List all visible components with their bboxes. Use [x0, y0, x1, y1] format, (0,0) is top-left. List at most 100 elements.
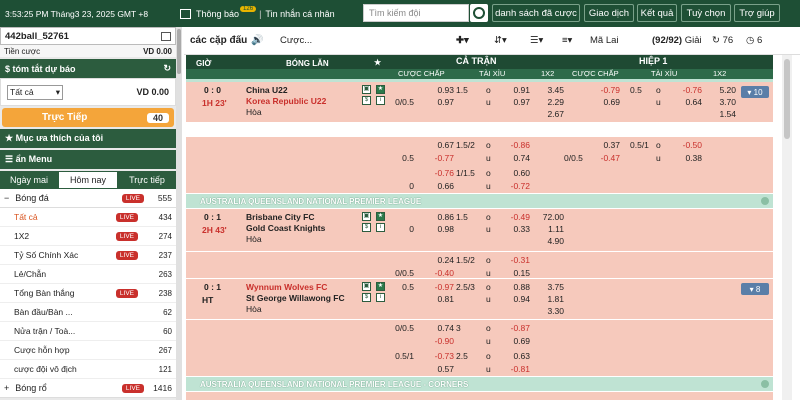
sidebar-item[interactable]: Nửa trận / Toà... 60 [0, 322, 176, 341]
odds-cell[interactable]: 0.93 [426, 85, 454, 95]
tab-live[interactable]: Trực tiếp [118, 171, 176, 189]
main-scrollbar[interactable] [782, 55, 792, 400]
odds-cell[interactable]: 72.00 [536, 212, 564, 222]
odds-cell[interactable]: 1.11 [536, 224, 564, 234]
odds-cell[interactable]: -0.81 [502, 364, 530, 374]
nav-bet-list[interactable]: danh sách đã cược [492, 4, 580, 22]
nav-options[interactable]: Tuỳ chọn [681, 4, 731, 22]
odds-cell[interactable]: 0.66 [426, 181, 454, 191]
odds-cell[interactable]: -0.49 [502, 212, 530, 222]
filter-icon[interactable]: ☰▾ [530, 35, 543, 46]
odds-cell[interactable]: -0.40 [426, 268, 454, 278]
odds-cell[interactable]: 0.86 [426, 212, 454, 222]
more-odds-button[interactable]: ▾ 10 [741, 86, 769, 98]
odds-cell[interactable]: 3.30 [536, 306, 564, 316]
info-icon[interactable]: i [376, 223, 385, 232]
odds-cell[interactable]: 4.90 [536, 236, 564, 246]
menu-toggle[interactable]: ☰ ẩn Menu [0, 150, 176, 169]
star-icon[interactable]: ★ [376, 212, 385, 221]
filter-select[interactable]: Tất cả [7, 84, 63, 100]
odds-cell[interactable]: 0.69 [592, 97, 620, 107]
scroll-thumb[interactable] [177, 29, 181, 74]
star-icon[interactable]: ★ [376, 282, 385, 291]
odds-cell[interactable]: -0.79 [592, 85, 620, 95]
info-icon[interactable]: i [376, 293, 385, 302]
odds-cell[interactable]: 0.24 [426, 255, 454, 265]
live-button[interactable]: Trực Tiếp 40 [2, 108, 174, 127]
collapse-icon[interactable] [761, 197, 769, 205]
scroll-thumb[interactable] [784, 59, 790, 139]
more-odds-button[interactable]: ▾ 8 [741, 283, 769, 295]
odds-cell[interactable]: 0.64 [674, 97, 702, 107]
favorites-header[interactable]: ★ Mục ưa thích của tôi [0, 129, 176, 148]
summary-header[interactable]: $ tóm tắt dự báo ↻ [0, 59, 176, 78]
sport-football[interactable]: − Bóng đá LIVE 555 [0, 189, 176, 208]
nav-transactions[interactable]: Giao dịch [584, 4, 634, 22]
sidebar-item[interactable]: 1X2 LIVE 274 [0, 227, 176, 246]
refresh-icon[interactable]: ↻ [163, 63, 171, 74]
odds-cell[interactable]: -0.97 [426, 282, 454, 292]
tv-icon[interactable]: ▣ [362, 282, 371, 291]
odds-cell[interactable]: 3.70 [708, 97, 736, 107]
info-icon[interactable]: i [376, 96, 385, 105]
odds-cell[interactable]: 0.94 [502, 294, 530, 304]
league-header[interactable]: AUSTRALIA QUEENSLAND NATIONAL PREMIER LE… [186, 194, 773, 208]
nav-results[interactable]: Kết quả [637, 4, 677, 22]
stats-icon[interactable]: $ [362, 96, 371, 105]
away-team[interactable]: St George Willawong FC [246, 293, 345, 303]
odds-cell[interactable]: 0.57 [426, 364, 454, 374]
odds-cell[interactable]: -0.31 [502, 255, 530, 265]
sidebar-item[interactable]: Tổng Bàn thắng LIVE 238 [0, 284, 176, 303]
odds-cell[interactable]: 0.33 [502, 224, 530, 234]
search-icon[interactable] [470, 4, 488, 22]
odds-cell[interactable]: 0.38 [674, 153, 702, 163]
odds-cell[interactable]: 2.29 [536, 97, 564, 107]
stats-icon[interactable]: $ [362, 223, 371, 232]
bet-type-select[interactable]: Cược... [280, 35, 312, 46]
sidebar-item[interactable]: Lẻ/Chẵn 263 [0, 265, 176, 284]
odds-cell[interactable]: -0.72 [502, 181, 530, 191]
sidebar-item[interactable]: cược đội vô địch 121 [0, 360, 176, 379]
notifications[interactable]: Thông báo 126 | Tin nhắn cá nhân [180, 5, 335, 19]
tv-icon[interactable]: ▣ [362, 212, 371, 221]
refresh-counter[interactable]: ↻ 76 [712, 35, 733, 46]
away-team[interactable]: Gold Coast Knights [246, 223, 325, 233]
stats-icon[interactable]: $ [362, 293, 371, 302]
tv-icon[interactable]: ▣ [362, 85, 371, 94]
odds-cell[interactable]: 0.74 [502, 153, 530, 163]
odds-cell[interactable]: 1.54 [708, 109, 736, 119]
sound-icon[interactable]: 🔊 [251, 35, 263, 46]
odds-cell[interactable]: 1.81 [536, 294, 564, 304]
odds-cell[interactable]: 2.67 [536, 109, 564, 119]
sidebar-scrollbar[interactable] [176, 27, 182, 400]
odds-cell[interactable]: 0.15 [502, 268, 530, 278]
odds-cell[interactable]: 0.63 [502, 351, 530, 361]
collapse-icon[interactable] [761, 380, 769, 388]
notifications-label[interactable]: Thông báo [196, 9, 239, 19]
odds-cell[interactable]: -0.47 [592, 153, 620, 163]
odds-cell[interactable]: -0.50 [674, 140, 702, 150]
odds-cell[interactable]: -0.87 [502, 323, 530, 333]
odds-cell[interactable]: 0.74 [426, 323, 454, 333]
sidebar-item[interactable]: Bàn đầu/Bàn ... 62 [0, 303, 176, 322]
star-icon[interactable]: ★ [374, 58, 381, 67]
odds-cell[interactable]: 0.81 [426, 294, 454, 304]
odds-cell[interactable]: 0.98 [426, 224, 454, 234]
view-icon[interactable]: ≡▾ [562, 35, 572, 46]
home-team[interactable]: Brisbane City FC [246, 212, 315, 222]
odds-cell[interactable]: 0.91 [502, 85, 530, 95]
mail-icon[interactable] [161, 31, 171, 41]
home-team[interactable]: Wynnum Wolves FC [246, 282, 327, 292]
sidebar-item[interactable]: Cược hỗn hợp 267 [0, 341, 176, 360]
odds-cell[interactable]: 0.97 [502, 97, 530, 107]
odds-cell[interactable]: -0.90 [426, 336, 454, 346]
messages-link[interactable]: Tin nhắn cá nhân [265, 9, 334, 19]
add-icon[interactable]: ✚▾ [456, 35, 469, 46]
tab-today[interactable]: Hôm nay [58, 171, 118, 189]
star-icon[interactable]: ★ [376, 85, 385, 94]
odds-cell[interactable]: 0.67 [426, 140, 454, 150]
search-input[interactable]: Tìm kiếm đội [363, 4, 469, 22]
tab-tomorrow[interactable]: Ngày mai [0, 171, 58, 189]
league-header[interactable]: AUSTRALIA QUEENSLAND NATIONAL PREMIER LE… [186, 377, 773, 391]
odds-cell[interactable]: 0.88 [502, 282, 530, 292]
